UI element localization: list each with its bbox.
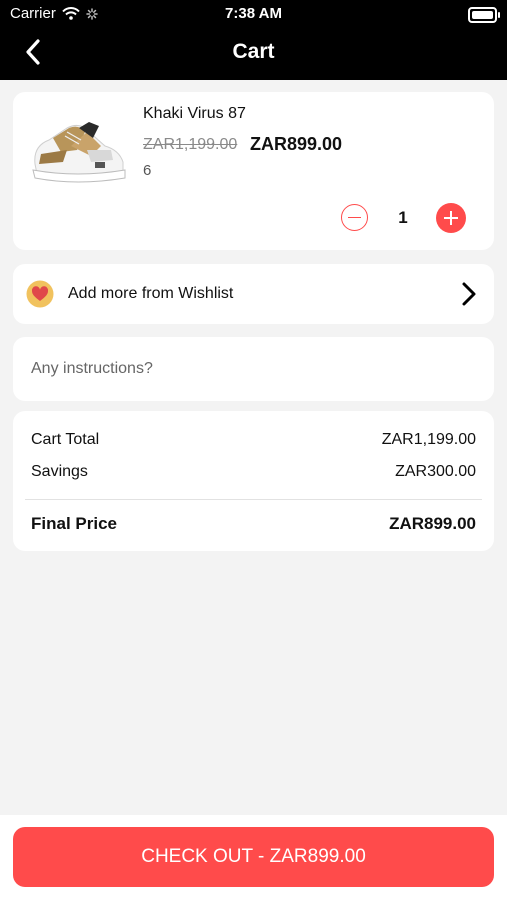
instructions-card (13, 337, 494, 401)
product-image[interactable] (27, 116, 131, 192)
checkout-button[interactable]: CHECK OUT - ZAR899.00 (13, 827, 494, 887)
chevron-right-icon (462, 282, 476, 306)
cart-total-label: Cart Total (31, 431, 100, 448)
product-size: 6 (143, 162, 152, 179)
wishlist-label: Add more from Wishlist (68, 285, 234, 302)
final-price-label: Final Price (31, 514, 117, 533)
battery-icon (468, 7, 500, 23)
savings-label: Savings (31, 463, 88, 480)
cart-item-card: Khaki Virus 87 ZAR1,199.00 ZAR899.00 6 1 (13, 92, 494, 250)
final-price-value: ZAR899.00 (389, 514, 476, 533)
product-name[interactable]: Khaki Virus 87 (143, 105, 246, 123)
status-bar: Carrier 7:38 AM (0, 0, 507, 28)
instructions-input[interactable] (13, 337, 494, 401)
add-from-wishlist-row[interactable]: Add more from Wishlist (13, 264, 494, 324)
sale-price: ZAR899.00 (250, 134, 343, 154)
savings-value: ZAR300.00 (395, 463, 476, 480)
increase-quantity-button[interactable] (436, 203, 466, 233)
quantity-value: 1 (398, 208, 408, 227)
cart-total-value: ZAR1,199.00 (381, 431, 476, 448)
original-price: ZAR1,199.00 (143, 136, 238, 153)
checkout-footer: CHECK OUT - ZAR899.00 (0, 815, 507, 900)
price-summary-card: Cart Total ZAR1,199.00 Savings ZAR300.00… (13, 411, 494, 551)
page-title: Cart (232, 40, 275, 63)
decrease-quantity-button[interactable] (341, 204, 368, 231)
status-time: 7:38 AM (225, 5, 282, 22)
summary-divider (25, 499, 482, 500)
heart-icon (26, 280, 54, 308)
top-bar: Carrier 7:38 AM Cart (0, 0, 507, 80)
